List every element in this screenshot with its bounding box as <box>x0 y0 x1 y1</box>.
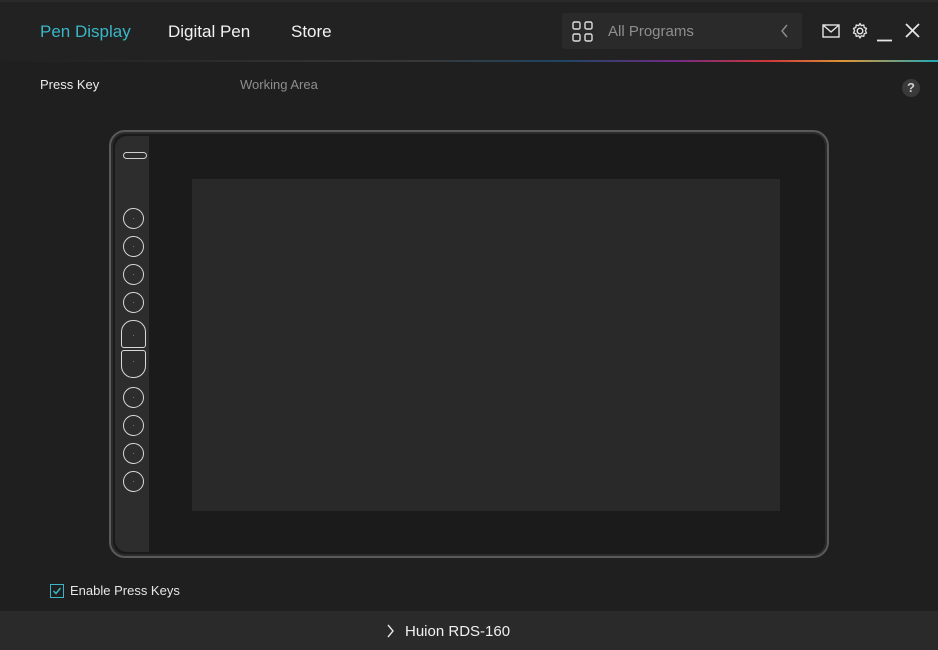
enable-press-keys-label: Enable Press Keys <box>70 583 180 598</box>
press-key-2[interactable] <box>123 236 144 257</box>
power-button <box>123 152 147 159</box>
press-key-4[interactable] <box>123 292 144 313</box>
device-footer[interactable]: Huion RDS-160 <box>0 611 938 650</box>
device-key-panel <box>115 136 150 552</box>
chevron-right-icon[interactable] <box>386 624 395 643</box>
top-border <box>0 0 938 2</box>
mail-icon[interactable] <box>822 24 840 43</box>
active-area <box>192 179 780 511</box>
press-key-10[interactable] <box>123 471 144 492</box>
close-icon[interactable] <box>905 23 920 43</box>
enable-press-keys-checkbox[interactable] <box>50 584 64 598</box>
subtab-press-key[interactable]: Press Key <box>40 77 99 92</box>
press-key-8[interactable] <box>123 415 144 436</box>
press-key-9[interactable] <box>123 443 144 464</box>
tab-store[interactable]: Store <box>291 22 332 42</box>
header-divider <box>0 60 938 62</box>
tab-pen-display[interactable]: Pen Display <box>40 22 131 42</box>
tab-digital-pen[interactable]: Digital Pen <box>168 22 250 42</box>
chevron-left-icon[interactable] <box>780 24 790 43</box>
grid-icon <box>572 21 594 48</box>
press-key-6[interactable] <box>121 350 146 378</box>
subtab-working-area[interactable]: Working Area <box>240 77 318 92</box>
press-key-3[interactable] <box>123 264 144 285</box>
pen-display-device <box>109 130 829 558</box>
press-key-5[interactable] <box>121 320 146 348</box>
top-bar: Pen Display Digital Pen Store All Progra… <box>0 0 938 60</box>
press-key-1[interactable] <box>123 208 144 229</box>
check-icon <box>52 587 62 595</box>
device-name: Huion RDS-160 <box>405 623 511 640</box>
minimize-icon[interactable] <box>877 29 892 47</box>
gear-icon[interactable] <box>851 22 869 45</box>
press-key-7[interactable] <box>123 387 144 408</box>
program-selector[interactable]: All Programs <box>562 13 802 49</box>
program-selector-label: All Programs <box>608 23 694 40</box>
help-icon[interactable]: ? <box>902 79 920 97</box>
